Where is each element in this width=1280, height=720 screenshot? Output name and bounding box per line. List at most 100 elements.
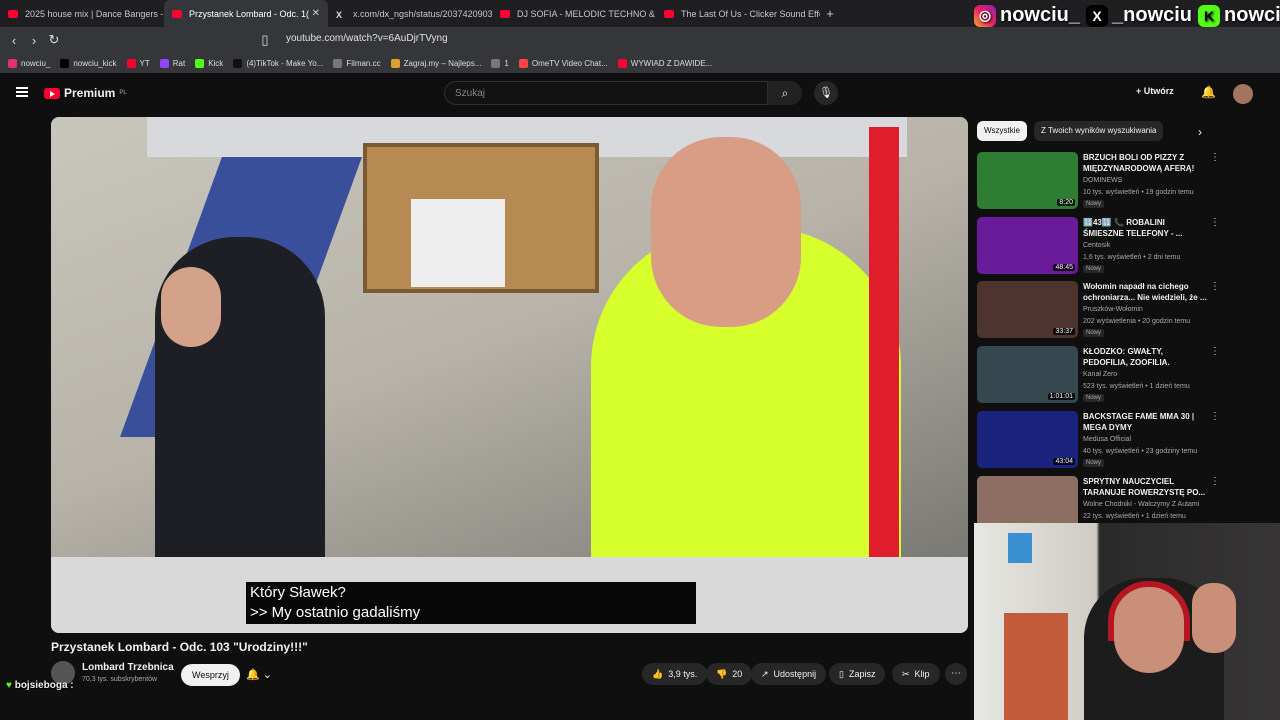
instagram-icon: ◎ bbox=[974, 4, 996, 27]
clip-button[interactable]: ✂ Klip bbox=[892, 663, 940, 685]
avatar[interactable] bbox=[1233, 84, 1253, 104]
recommendation-channel[interactable]: Centosik bbox=[1083, 242, 1110, 249]
recommendation-title[interactable]: SPRYTNY NAUCZYCIEL TARANUJE ROWERZYSTĘ P… bbox=[1083, 476, 1207, 498]
menu-icon[interactable] bbox=[16, 87, 28, 97]
x-icon bbox=[60, 58, 70, 68]
chip-all[interactable]: Wszystkie bbox=[977, 121, 1027, 141]
address-bar: ‹ › ↻ ▯ youtube.com/watch?v=6AuDjrTVyng bbox=[0, 27, 1280, 53]
youtube-logo[interactable]: Premium PL bbox=[44, 86, 127, 100]
video-red-post bbox=[869, 127, 899, 627]
youtube-favicon-icon bbox=[172, 9, 182, 18]
video-player[interactable]: Który Sławek? >> My ostatnio gadaliśmy bbox=[51, 117, 968, 633]
bookmark-item[interactable]: YT bbox=[126, 58, 150, 68]
recommendation-item[interactable]: 48:45 🔢43🔢 📞 ROBALINI ŚMIESZNE TELEFONY -… bbox=[977, 217, 1220, 277]
search-input[interactable]: Szukaj bbox=[444, 81, 768, 105]
forward-icon[interactable]: › bbox=[24, 33, 44, 48]
more-vertical-icon[interactable]: ⋮ bbox=[1210, 152, 1220, 163]
recommendation-channel[interactable]: Kanał Zero bbox=[1083, 371, 1117, 378]
video-duration: 8:20 bbox=[1057, 199, 1075, 206]
instagram-icon bbox=[8, 58, 17, 68]
recommendation-channel[interactable]: DOMINEWS bbox=[1083, 177, 1122, 184]
recommendation-channel[interactable]: Pruszków-Wołomin bbox=[1083, 306, 1143, 313]
browser-tab-active[interactable]: Przystanek Lombard - Odc. 1(✕ bbox=[164, 0, 328, 27]
more-vertical-icon[interactable]: ⋮ bbox=[1210, 411, 1220, 422]
like-button[interactable]: 👍 3,9 tys. bbox=[642, 663, 708, 685]
subscriber-count: 70,3 tys. subskrybentów bbox=[82, 676, 158, 683]
recommendation-channel[interactable]: Wolne Chodniki - Walczymy Z Autami bbox=[1083, 501, 1199, 508]
bookmark-item[interactable]: WYWIAD Z DAWIDE... bbox=[617, 58, 712, 68]
video-thumbnail[interactable]: 33:37 bbox=[977, 281, 1078, 338]
subscription-bell-button[interactable]: 🔔 ⌄ bbox=[246, 664, 286, 686]
new-badge: Nowy bbox=[1083, 200, 1105, 208]
new-badge: Nowy bbox=[1083, 265, 1105, 273]
bookmark-item[interactable]: nowciu_ bbox=[8, 58, 50, 68]
instagram-handle: ◎ nowciu_ bbox=[974, 4, 1080, 27]
bookmark-item[interactable]: Kick bbox=[195, 58, 223, 68]
webcam-poster bbox=[1008, 533, 1032, 563]
video-thumbnail[interactable]: 8:20 bbox=[977, 152, 1078, 209]
more-vertical-icon[interactable]: ⋮ bbox=[1210, 281, 1220, 292]
bookmark-item[interactable]: Filman.cc bbox=[333, 58, 381, 68]
channel-name[interactable]: Lombard Trzebnica bbox=[82, 662, 174, 673]
notifications-icon[interactable]: 🔔 bbox=[1201, 85, 1216, 99]
create-button[interactable]: + Utwórz bbox=[1136, 86, 1174, 96]
bookmark-item[interactable]: Zagraj.my – Najleps... bbox=[390, 58, 481, 68]
video-thumbnail[interactable]: 43:04 bbox=[977, 411, 1078, 468]
browser-tab[interactable]: 2025 house mix | Dance Bangers - Yo bbox=[0, 0, 164, 27]
search-button[interactable]: ⌕ bbox=[768, 81, 802, 105]
reload-icon[interactable]: ↻ bbox=[44, 32, 64, 48]
video-duration: 1:01:01 bbox=[1047, 393, 1075, 400]
youtube-play-icon bbox=[44, 87, 60, 99]
more-actions-button[interactable]: ⋯ bbox=[945, 663, 967, 685]
more-vertical-icon[interactable]: ⋮ bbox=[1210, 346, 1220, 357]
bookmark-item[interactable]: Rat bbox=[159, 58, 185, 68]
recommendation-item[interactable]: 33:37 Wołomin napadł na cichego ochroniar… bbox=[977, 281, 1220, 341]
recommendation-title[interactable]: KŁODZKO: GWAŁTY, PEDOFILIA, ZOOFILIA. WS… bbox=[1083, 346, 1207, 368]
chip-search-results[interactable]: Z Twoich wyników wyszukiwania bbox=[1034, 121, 1164, 141]
webcam-shelf bbox=[1004, 613, 1068, 720]
new-tab-button[interactable]: + bbox=[820, 6, 840, 21]
more-vertical-icon[interactable]: ⋮ bbox=[1210, 476, 1220, 487]
x-icon: X bbox=[1086, 4, 1109, 27]
youtube-icon bbox=[126, 58, 136, 68]
video-duration: 43:04 bbox=[1053, 458, 1075, 465]
more-vertical-icon[interactable]: ⋮ bbox=[1210, 217, 1220, 228]
url-field[interactable]: youtube.com/watch?v=6AuDjrTVyng bbox=[286, 33, 448, 44]
kick-icon: K bbox=[1198, 4, 1221, 27]
browser-tab[interactable]: The Last Of Us - Clicker Sound Effect bbox=[656, 0, 820, 27]
recommendation-title[interactable]: BACKSTAGE FAME MMA 30 | MEGA DYMY bbox=[1083, 411, 1207, 433]
recommendation-title[interactable]: Wołomin napadł na cichego ochroniarza...… bbox=[1083, 281, 1207, 303]
video-thumbnail[interactable]: 48:45 bbox=[977, 217, 1078, 274]
voice-search-button[interactable]: 🎙 bbox=[814, 81, 838, 105]
new-badge: Nowy bbox=[1083, 329, 1105, 337]
new-badge: Nowy bbox=[1083, 459, 1105, 467]
recommendation-title[interactable]: BRZUCH BOLI OD PIZZY Z MIĘDZYNARODOWĄ AF… bbox=[1083, 152, 1207, 174]
filter-chips: Wszystkie Z Twoich wyników wyszukiwania bbox=[977, 121, 1164, 141]
recommendation-item[interactable]: 1:01:01 KŁODZKO: GWAŁTY, PEDOFILIA, ZOOFI… bbox=[977, 346, 1220, 406]
recommendation-item[interactable]: 43:04 BACKSTAGE FAME MMA 30 | MEGA DYMY Me… bbox=[977, 411, 1220, 471]
chevron-right-icon[interactable]: › bbox=[1198, 125, 1202, 139]
save-button[interactable]: ▯ Zapisz bbox=[829, 663, 886, 685]
support-button[interactable]: Wesprzyj bbox=[181, 664, 240, 686]
recommendation-title[interactable]: 🔢43🔢 📞 ROBALINI ŚMIESZNE TELEFONY - ... bbox=[1083, 217, 1207, 239]
browser-tab[interactable]: Xx.com/dx_ngsh/status/20374209037( bbox=[328, 0, 492, 27]
back-icon[interactable]: ‹ bbox=[4, 33, 24, 48]
bookmark-item[interactable]: OmeTV Video Chat... bbox=[518, 58, 608, 68]
bookmark-item[interactable]: nowciu_kick bbox=[60, 58, 117, 68]
recommendation-item[interactable]: 8:20 BRZUCH BOLI OD PIZZY Z MIĘDZYNARODOW… bbox=[977, 152, 1220, 212]
share-button[interactable]: ↗ Udostępnij bbox=[751, 663, 827, 685]
bookmark-icon[interactable]: ▯ bbox=[255, 32, 275, 48]
dislike-button[interactable]: 👎 20 bbox=[706, 663, 753, 685]
thumbs-down-icon: 👎 bbox=[716, 669, 728, 679]
close-tab-icon[interactable]: ✕ bbox=[312, 8, 320, 19]
bookmark-item[interactable]: (4)TikTok - Make Yo... bbox=[233, 58, 323, 68]
video-thumbnail[interactable]: 1:01:01 bbox=[977, 346, 1078, 403]
bookmark-icon: ▯ bbox=[839, 669, 844, 679]
bookmark-item[interactable]: 1 bbox=[491, 58, 509, 68]
x-handle: X _nowciu bbox=[1086, 4, 1192, 27]
recommendation-channel[interactable]: Medusa Official bbox=[1083, 436, 1131, 443]
webcam-overlay bbox=[974, 523, 1280, 720]
browser-tab[interactable]: DJ SOFIA - MELODIC TECHNO & FUT bbox=[492, 0, 656, 27]
video-face-left bbox=[161, 267, 221, 347]
kick-handle: Knowciu bbox=[1198, 4, 1280, 27]
